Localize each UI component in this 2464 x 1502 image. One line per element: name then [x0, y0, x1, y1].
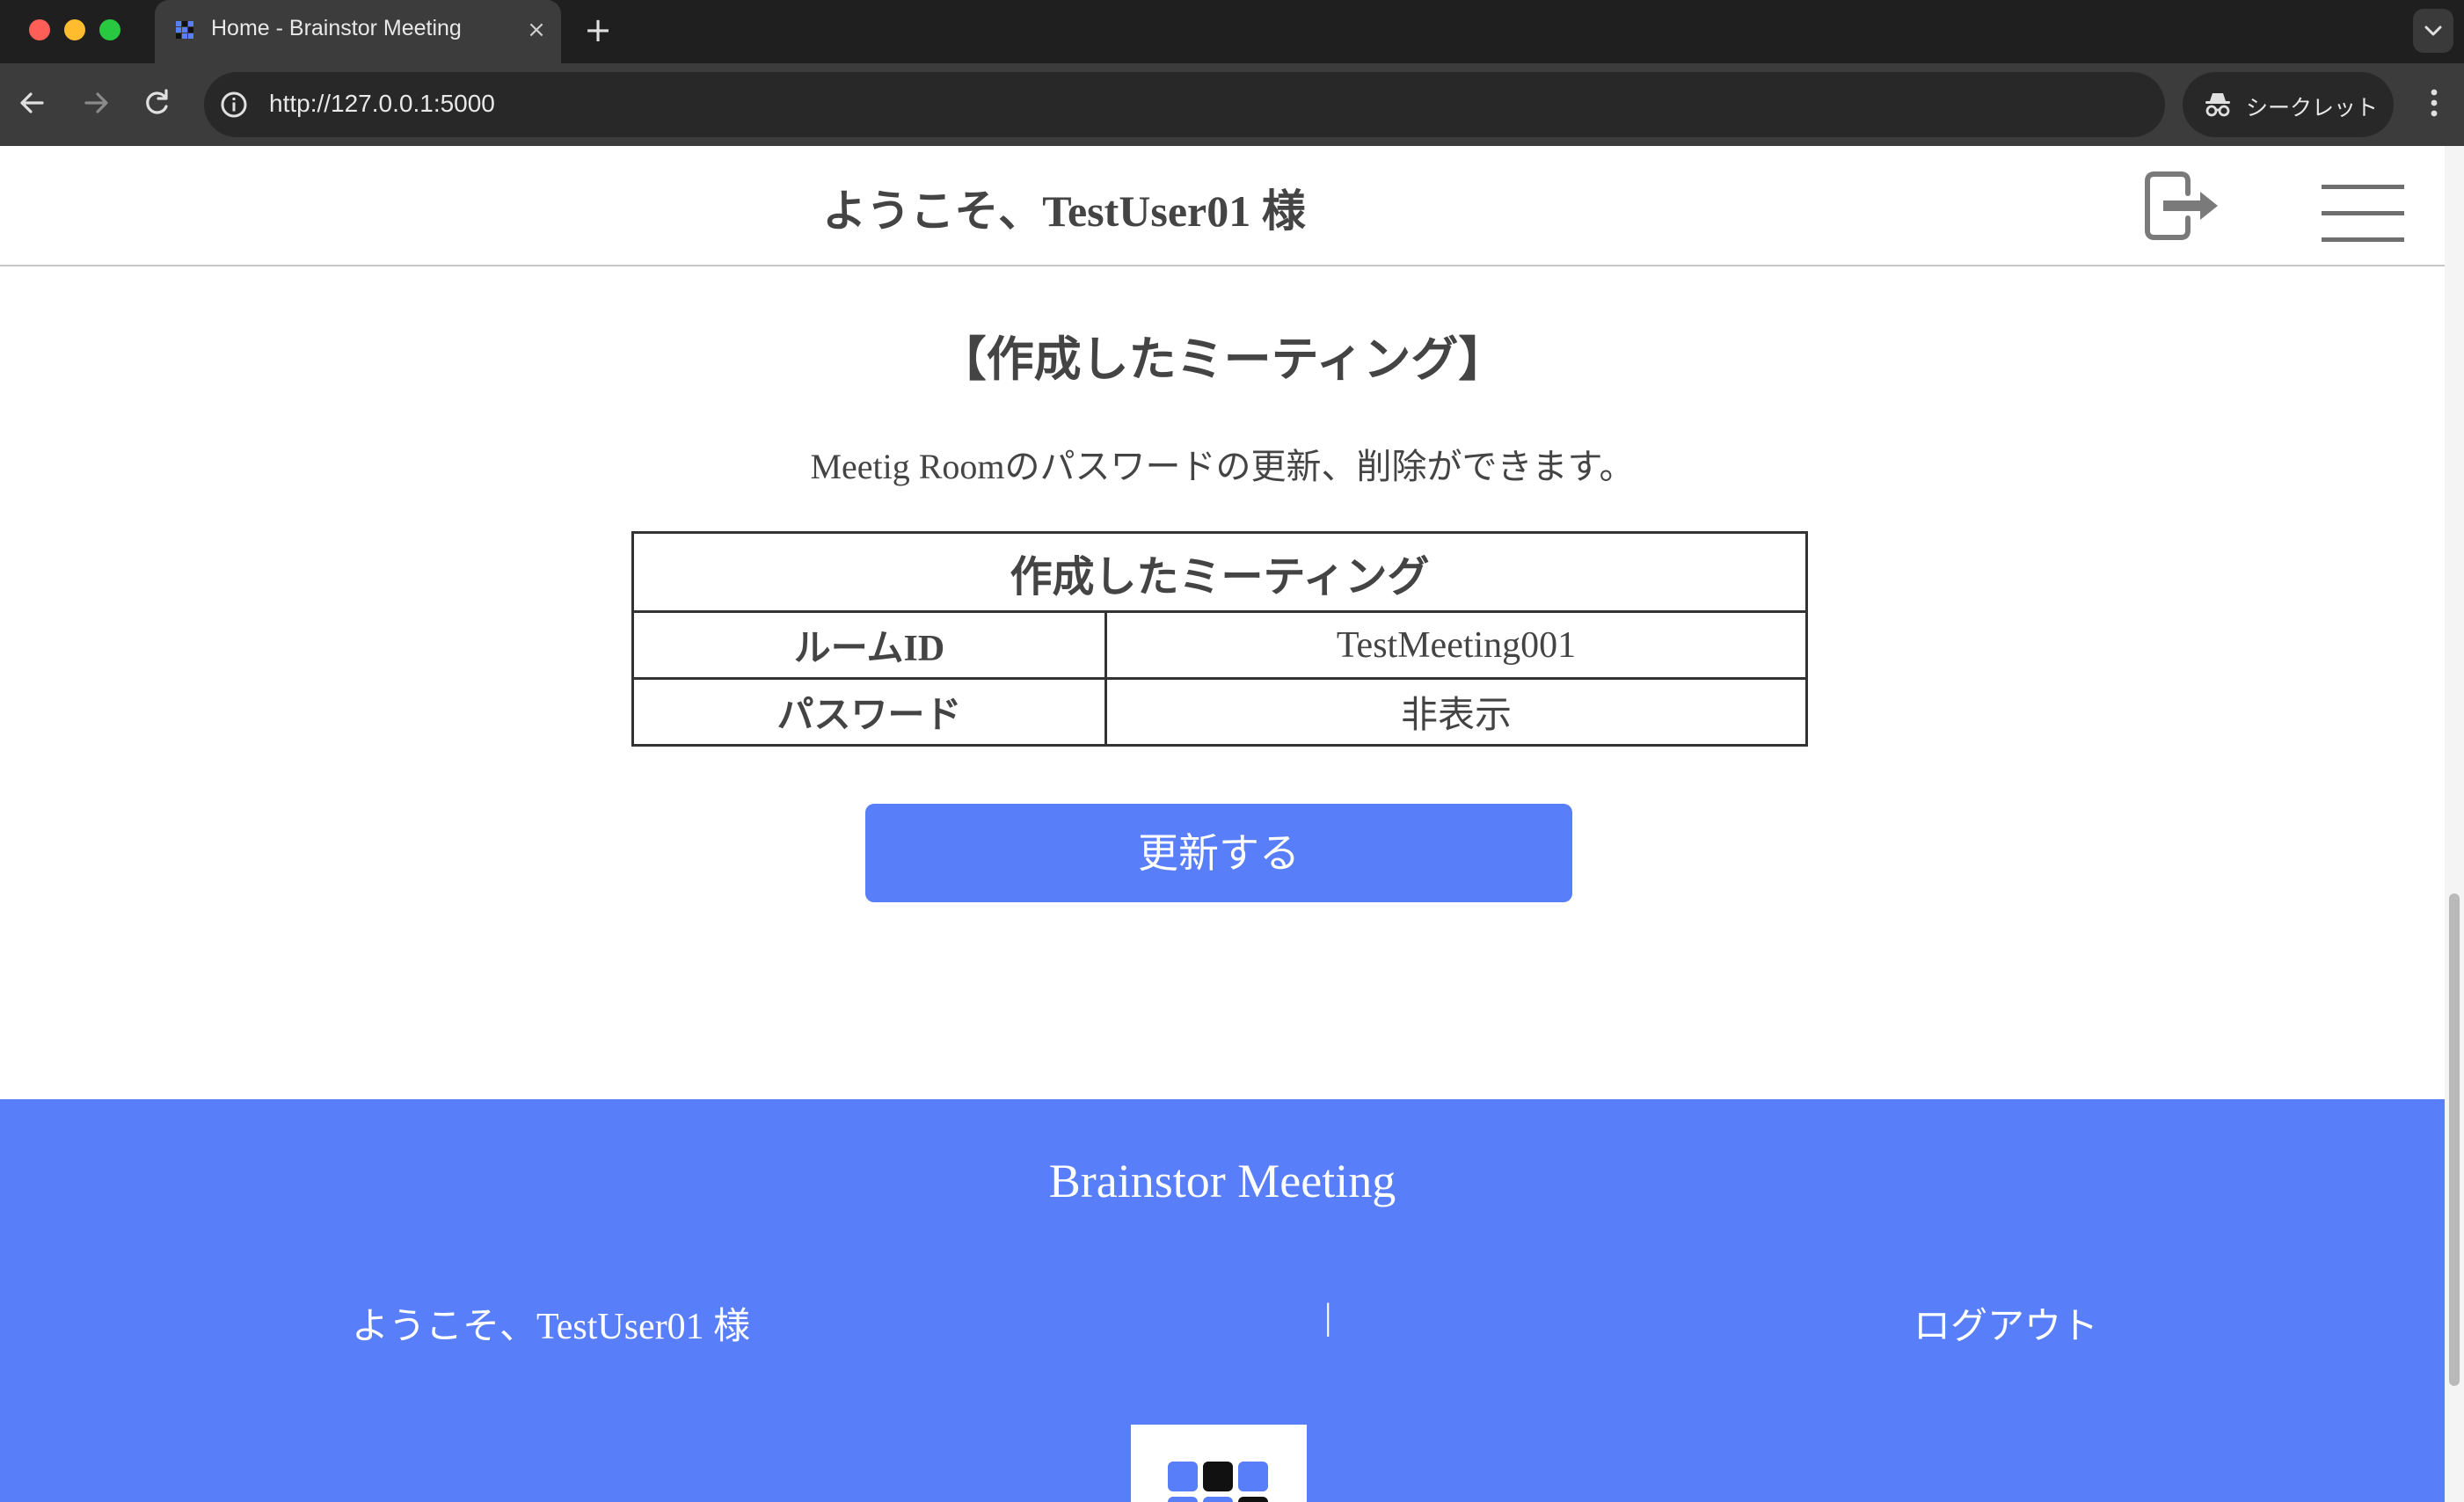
window-zoom-button[interactable]	[99, 19, 120, 40]
site-favicon-icon	[176, 21, 193, 39]
table-caption: 作成したミーティング	[631, 531, 1808, 613]
update-button[interactable]: 更新する	[865, 804, 1572, 902]
footer-logout-link[interactable]: ログアウト	[1914, 1296, 2098, 1350]
hamburger-menu-icon[interactable]	[2322, 181, 2404, 244]
table-row: パスワード 非表示	[631, 677, 1808, 747]
window-close-button[interactable]	[29, 19, 50, 40]
new-tab-icon[interactable]: +	[580, 12, 616, 47]
footer-separator: |	[1324, 1297, 1332, 1338]
browser-toolbar: http://127.0.0.1:5000 シークレット	[0, 63, 2464, 146]
window-minimize-button[interactable]	[64, 19, 85, 40]
page-scrollbar[interactable]	[2445, 146, 2464, 1502]
tab-search-button[interactable]	[2413, 9, 2453, 53]
incognito-indicator[interactable]: シークレット	[2183, 72, 2394, 137]
table-header-row: 作成したミーティング	[631, 531, 1808, 613]
room-id-value: TestMeeting001	[1104, 610, 1808, 680]
chevron-down-icon	[2424, 26, 2442, 36]
incognito-label: シークレット	[2246, 95, 2379, 120]
header-welcome-text: ようこそ、TestUser01 様	[822, 186, 1306, 236]
password-label: パスワード	[631, 677, 1107, 747]
section-description: Meetig Roomのパスワードの更新、削除ができます。	[810, 447, 1635, 486]
footer-welcome-text: ようこそ、TestUser01 様	[352, 1307, 751, 1347]
incognito-icon	[2205, 93, 2230, 117]
url-text[interactable]: http://127.0.0.1:5000	[269, 90, 495, 118]
reload-icon[interactable]	[135, 81, 179, 125]
site-info-icon[interactable]	[218, 89, 250, 120]
page-viewport: ようこそ、TestUser01 様 【作成したミーティング】 Meetig Ro…	[0, 146, 2464, 1502]
footer-brand: Brainstor Meeting	[1048, 1155, 1396, 1207]
tab-close-icon[interactable]: ×	[521, 14, 552, 46]
scrollbar-thumb[interactable]	[2449, 893, 2460, 1386]
address-bar[interactable]: http://127.0.0.1:5000	[204, 72, 2337, 137]
forward-arrow-icon[interactable]	[74, 81, 118, 125]
meeting-table: 作成したミーティング ルームID TestMeeting001 パスワード 非表…	[631, 531, 1808, 747]
tab-title: Home - Brainstor Meeting	[211, 16, 462, 40]
site-footer: Brainstor Meeting ようこそ、TestUser01 様 | ログ…	[0, 1099, 2445, 1502]
password-value: 非表示	[1104, 677, 1808, 747]
room-id-label: ルームID	[631, 610, 1107, 680]
browser-menu-icon[interactable]	[2417, 81, 2452, 125]
back-arrow-icon[interactable]	[11, 81, 55, 125]
footer-logo	[1131, 1425, 1307, 1502]
table-row: ルームID TestMeeting001	[631, 610, 1808, 680]
section-title: 【作成したミーティング】	[938, 333, 1506, 386]
site-header: ようこそ、TestUser01 様	[0, 146, 2445, 266]
logout-icon[interactable]	[2137, 162, 2221, 250]
browser-tab-bar: Home - Brainstor Meeting × +	[0, 0, 2464, 63]
browser-tab[interactable]: Home - Brainstor Meeting ×	[155, 0, 561, 63]
